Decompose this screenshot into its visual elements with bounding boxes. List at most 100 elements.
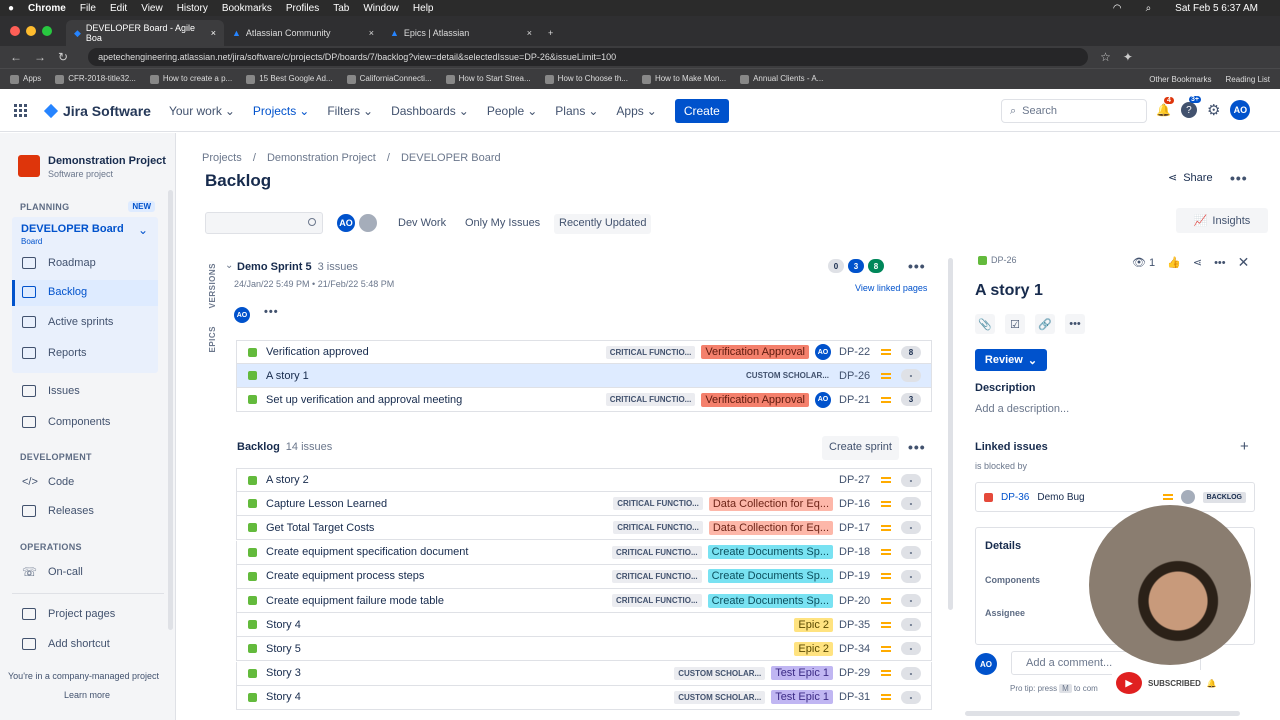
bookmark-item[interactable]: How to Choose th... xyxy=(544,74,628,84)
table-row[interactable]: Capture Lesson Learned CRITICAL FUNCTIO..… xyxy=(236,492,932,517)
menu-profiles[interactable]: Profiles xyxy=(286,3,319,14)
link-icon[interactable]: 🔗 xyxy=(1035,314,1055,334)
help-icon[interactable]: ? 3+ xyxy=(1180,96,1201,118)
menu-history[interactable]: History xyxy=(177,3,208,14)
table-row[interactable]: Create equipment specification document C… xyxy=(236,540,932,565)
create-button[interactable]: Create xyxy=(674,98,729,123)
menu-bookmarks[interactable]: Bookmarks xyxy=(222,3,272,14)
nav-people[interactable]: People ⌄ xyxy=(487,104,537,118)
nav-plans[interactable]: Plans ⌄ xyxy=(555,104,598,118)
close-tab-icon[interactable]: × xyxy=(527,28,532,38)
close-tab-icon[interactable]: × xyxy=(369,28,374,38)
clock[interactable]: Sat Feb 5 6:37 AM xyxy=(1175,3,1258,14)
learn-more-link[interactable]: Learn more xyxy=(64,690,110,700)
sprint-avatar-more-icon[interactable]: ••• xyxy=(264,306,279,318)
breadcrumb-board[interactable]: DEVELOPER Board xyxy=(401,152,501,164)
filter-dev-work[interactable]: Dev Work xyxy=(393,214,451,234)
sprint-more-icon[interactable]: ••• xyxy=(908,258,926,274)
sidebar-scrollbar[interactable] xyxy=(168,190,173,630)
table-row[interactable]: Story 5 Epic 2 DP-34 - xyxy=(236,637,932,662)
profile-avatar[interactable]: AO xyxy=(1230,100,1251,120)
backlog-more-icon[interactable]: ••• xyxy=(908,439,926,455)
view-linked-pages-link[interactable]: View linked pages xyxy=(855,283,927,293)
add-link-icon[interactable]: + xyxy=(1240,438,1249,455)
sidebar-item-issues[interactable]: Issues xyxy=(22,385,80,397)
bookmark-item[interactable]: How to Make Mon... xyxy=(641,74,726,84)
sidebar-item-on-call[interactable]: ☏ On-call xyxy=(22,565,83,579)
menu-edit[interactable]: Edit xyxy=(110,3,127,14)
chevron-down-icon[interactable]: ⌄ xyxy=(138,223,148,237)
linked-issue-status[interactable]: BACKLOG xyxy=(1202,491,1246,503)
other-bookmarks[interactable]: Other Bookmarks xyxy=(1149,75,1211,84)
browser-tab[interactable]: ▲ Epics | Atlassian × xyxy=(382,20,540,46)
bookmark-item[interactable]: Annual Clients - A... xyxy=(740,74,823,84)
menu-tab[interactable]: Tab xyxy=(333,3,349,14)
sidebar-item-add-shortcut[interactable]: Add shortcut xyxy=(22,638,110,650)
close-tab-icon[interactable]: × xyxy=(211,28,216,38)
details-label[interactable]: Details xyxy=(985,540,1021,552)
bookmark-item[interactable]: CaliforniaConnecti... xyxy=(346,74,432,84)
bookmark-item[interactable]: CFR-2018-title32... xyxy=(55,74,136,84)
notifications-icon[interactable]: 🔔 4 xyxy=(1156,97,1174,117)
horizontal-scrollbar[interactable] xyxy=(965,711,1240,716)
app-name[interactable]: Chrome xyxy=(28,3,66,14)
star-icon[interactable]: ☆ xyxy=(1100,50,1111,64)
child-issue-icon[interactable]: ☑ xyxy=(1005,314,1025,334)
table-row[interactable]: Verification approved CRITICAL FUNCTIO..… xyxy=(236,340,932,364)
table-row[interactable]: Story 4 CUSTOM SCHOLAR... Test Epic 1 DP-31… xyxy=(236,685,932,710)
menu-window[interactable]: Window xyxy=(363,3,399,14)
share-button[interactable]: ⋖ Share xyxy=(1168,171,1213,185)
watch-icon[interactable]: 👁 1 xyxy=(1132,256,1155,269)
status-dropdown[interactable]: Review ⌄ xyxy=(975,349,1047,371)
issue-title[interactable]: A story 1 xyxy=(975,282,1043,300)
table-row[interactable]: Set up verification and approval meeting… xyxy=(236,388,932,412)
filter-recently-updated[interactable]: Recently Updated xyxy=(554,214,652,234)
bookmark-item[interactable]: How to Start Strea... xyxy=(445,74,531,84)
menu-file[interactable]: File xyxy=(80,3,96,14)
table-row[interactable]: Story 4 Epic 2 DP-35 - xyxy=(236,613,932,638)
nav-apps[interactable]: Apps ⌄ xyxy=(616,104,656,118)
filter-only-my-issues[interactable]: Only My Issues xyxy=(460,214,545,234)
browser-tab[interactable]: ◆ DEVELOPER Board - Agile Boa × xyxy=(66,20,224,46)
url-bar[interactable]: apetechengineering.atlassian.net/jira/so… xyxy=(88,48,1089,66)
nav-projects[interactable]: Projects ⌄ xyxy=(253,104,309,118)
attachment-icon[interactable]: 📎 xyxy=(975,314,995,334)
menu-help[interactable]: Help xyxy=(413,3,434,14)
sidebar-item-active-sprints[interactable]: Active sprints xyxy=(22,316,113,328)
more-icon[interactable]: ••• xyxy=(1214,257,1226,269)
reload-icon[interactable]: ↻ xyxy=(58,50,68,64)
bookmark-item[interactable]: Apps xyxy=(10,74,41,84)
epics-tab[interactable]: EPICS xyxy=(208,326,217,353)
nav-your-work[interactable]: Your work ⌄ xyxy=(169,104,235,118)
table-row[interactable]: A story 1 CUSTOM SCHOLAR... DP-26 - xyxy=(236,364,932,388)
sidebar-item-project-pages[interactable]: Project pages xyxy=(22,608,115,620)
search-icon[interactable]: ⌕ xyxy=(1146,3,1152,14)
gear-icon[interactable]: ⚙ xyxy=(1207,101,1220,119)
sidebar-item-roadmap[interactable]: Roadmap xyxy=(22,257,96,269)
nav-filters[interactable]: Filters ⌄ xyxy=(327,104,373,118)
nav-dashboards[interactable]: Dashboards ⌄ xyxy=(391,104,469,118)
extensions-icon[interactable]: ✦ xyxy=(1123,50,1133,64)
sidebar-item-reports[interactable]: Reports xyxy=(22,347,87,359)
description-input[interactable]: Add a description... xyxy=(975,403,1069,415)
reading-list[interactable]: Reading List xyxy=(1226,75,1270,84)
app-switcher-icon[interactable] xyxy=(14,103,28,118)
bookmark-item[interactable]: How to create a p... xyxy=(149,74,232,84)
bookmark-item[interactable]: 15 Best Google Ad... xyxy=(246,74,333,84)
table-row[interactable]: Get Total Target Costs CRITICAL FUNCTIO..… xyxy=(236,516,932,541)
sprint-avatar[interactable]: AO xyxy=(234,307,250,323)
close-icon[interactable]: ✕ xyxy=(1238,254,1250,271)
new-tab-button[interactable]: + xyxy=(540,20,570,46)
table-row[interactable]: A story 2 DP-27 - xyxy=(236,468,932,492)
backlog-search-input[interactable] xyxy=(205,212,323,234)
create-sprint-button[interactable]: Create sprint xyxy=(822,436,899,460)
filter-avatar[interactable]: AO xyxy=(335,212,357,234)
back-icon[interactable]: ← xyxy=(10,50,22,64)
chevron-down-icon[interactable]: ⌄ xyxy=(225,260,233,271)
filter-avatar-unassigned[interactable] xyxy=(357,212,379,234)
breadcrumb-project[interactable]: Demonstration Project xyxy=(267,152,376,164)
more-actions-icon[interactable]: ••• xyxy=(1230,170,1248,186)
forward-icon[interactable]: → xyxy=(34,50,46,64)
like-icon[interactable]: 👍 xyxy=(1167,256,1181,269)
versions-tab[interactable]: VERSIONS xyxy=(208,263,217,308)
